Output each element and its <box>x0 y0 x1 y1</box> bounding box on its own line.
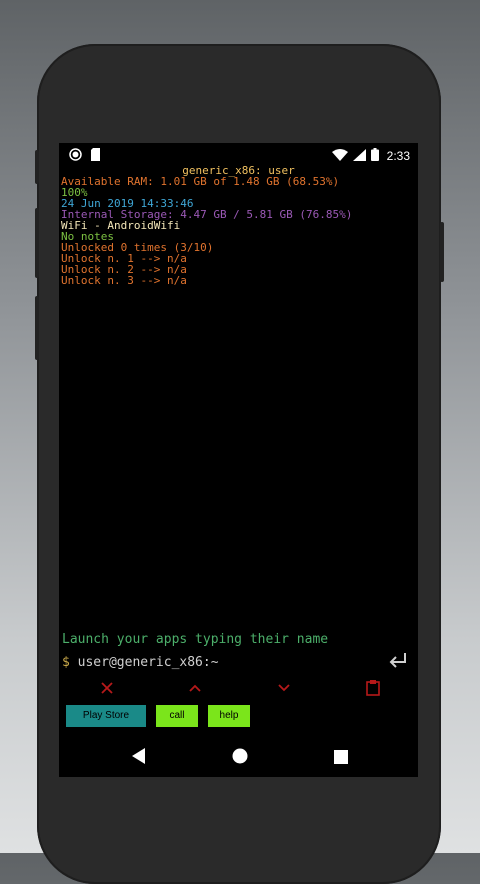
battery-icon <box>370 148 379 164</box>
terminal-output: generic_x86: user Available RAM: 1.01 GB… <box>61 165 416 286</box>
prompt-symbol: $ <box>62 655 70 670</box>
sd-card-icon <box>90 148 101 164</box>
navigation-bar <box>59 741 418 771</box>
phone-screen: 2:33 generic_x86: user Available RAM: 1.… <box>59 143 418 777</box>
arrow-down-icon[interactable] <box>274 678 294 698</box>
phone-power-button <box>440 222 444 282</box>
phone-side-button-left-3 <box>35 296 39 360</box>
info-line: Unlock n. 3 --> n/a <box>61 274 187 287</box>
phone-side-button-left-1 <box>35 150 39 184</box>
back-icon[interactable] <box>132 748 146 768</box>
launch-hint: Launch your apps typing their name <box>62 632 329 647</box>
prompt-text: user@generic_x86:~ <box>77 655 219 670</box>
enter-icon[interactable] <box>387 650 409 672</box>
clock: 2:33 <box>386 149 410 163</box>
info-lines: Available RAM: 1.01 GB of 1.48 GB (68.53… <box>61 176 416 286</box>
info-line: WiFi - AndroidWifi <box>61 219 181 232</box>
record-icon <box>69 148 82 164</box>
help-button[interactable]: help <box>208 705 250 727</box>
home-icon[interactable] <box>232 748 248 768</box>
call-button[interactable]: call <box>156 705 198 727</box>
phone-side-button-left-2 <box>35 208 39 278</box>
terminal-toolbar <box>59 678 418 698</box>
close-icon[interactable] <box>97 678 117 698</box>
arrow-up-icon[interactable] <box>185 678 205 698</box>
recents-icon[interactable] <box>334 749 348 768</box>
wifi-icon <box>331 148 348 164</box>
command-prompt[interactable]: $ user@generic_x86:~ <box>62 655 219 670</box>
signal-icon <box>352 148 366 164</box>
info-line: Available RAM: 1.01 GB of 1.48 GB (68.53… <box>61 175 340 188</box>
clipboard-icon[interactable] <box>363 678 383 698</box>
play-store-button[interactable]: Play Store <box>66 705 146 727</box>
